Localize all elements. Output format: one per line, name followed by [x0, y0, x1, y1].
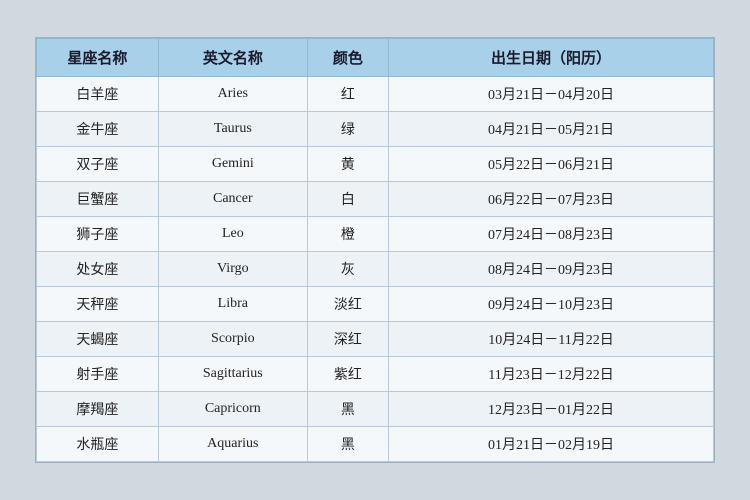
- table-row: 水瓶座Aquarius黑01月21日－02月19日: [37, 427, 714, 462]
- cell-chinese: 射手座: [37, 357, 159, 392]
- cell-english: Sagittarius: [158, 357, 307, 392]
- zodiac-table: 星座名称 英文名称 颜色 出生日期（阳历） 白羊座Aries红03月21日－04…: [36, 38, 714, 462]
- table-row: 天蝎座Scorpio深红10月24日－11月22日: [37, 322, 714, 357]
- table-row: 摩羯座Capricorn黑12月23日－01月22日: [37, 392, 714, 427]
- header-english: 英文名称: [158, 39, 307, 77]
- cell-english: Taurus: [158, 112, 307, 147]
- cell-date: 04月21日－05月21日: [389, 112, 714, 147]
- table-row: 白羊座Aries红03月21日－04月20日: [37, 77, 714, 112]
- cell-english: Aquarius: [158, 427, 307, 462]
- table-row: 巨蟹座Cancer白06月22日－07月23日: [37, 182, 714, 217]
- cell-english: Capricorn: [158, 392, 307, 427]
- table-row: 双子座Gemini黄05月22日－06月21日: [37, 147, 714, 182]
- zodiac-table-container: 星座名称 英文名称 颜色 出生日期（阳历） 白羊座Aries红03月21日－04…: [35, 37, 715, 463]
- cell-date: 07月24日－08月23日: [389, 217, 714, 252]
- cell-chinese: 金牛座: [37, 112, 159, 147]
- table-header-row: 星座名称 英文名称 颜色 出生日期（阳历）: [37, 39, 714, 77]
- cell-color: 白: [307, 182, 388, 217]
- cell-english: Leo: [158, 217, 307, 252]
- cell-color: 紫红: [307, 357, 388, 392]
- cell-color: 黑: [307, 392, 388, 427]
- cell-chinese: 处女座: [37, 252, 159, 287]
- cell-color: 黑: [307, 427, 388, 462]
- cell-date: 08月24日－09月23日: [389, 252, 714, 287]
- cell-date: 03月21日－04月20日: [389, 77, 714, 112]
- cell-color: 灰: [307, 252, 388, 287]
- cell-color: 绿: [307, 112, 388, 147]
- header-color: 颜色: [307, 39, 388, 77]
- cell-date: 09月24日－10月23日: [389, 287, 714, 322]
- table-row: 狮子座Leo橙07月24日－08月23日: [37, 217, 714, 252]
- cell-date: 05月22日－06月21日: [389, 147, 714, 182]
- cell-date: 01月21日－02月19日: [389, 427, 714, 462]
- cell-english: Scorpio: [158, 322, 307, 357]
- cell-chinese: 天蝎座: [37, 322, 159, 357]
- cell-color: 黄: [307, 147, 388, 182]
- cell-color: 红: [307, 77, 388, 112]
- cell-english: Cancer: [158, 182, 307, 217]
- cell-chinese: 巨蟹座: [37, 182, 159, 217]
- table-row: 处女座Virgo灰08月24日－09月23日: [37, 252, 714, 287]
- cell-chinese: 天秤座: [37, 287, 159, 322]
- cell-date: 06月22日－07月23日: [389, 182, 714, 217]
- cell-english: Aries: [158, 77, 307, 112]
- cell-date: 11月23日－12月22日: [389, 357, 714, 392]
- cell-chinese: 摩羯座: [37, 392, 159, 427]
- cell-english: Gemini: [158, 147, 307, 182]
- table-row: 射手座Sagittarius紫红11月23日－12月22日: [37, 357, 714, 392]
- header-chinese: 星座名称: [37, 39, 159, 77]
- table-row: 天秤座Libra淡红09月24日－10月23日: [37, 287, 714, 322]
- cell-color: 深红: [307, 322, 388, 357]
- header-date: 出生日期（阳历）: [389, 39, 714, 77]
- table-row: 金牛座Taurus绿04月21日－05月21日: [37, 112, 714, 147]
- cell-chinese: 水瓶座: [37, 427, 159, 462]
- cell-date: 10月24日－11月22日: [389, 322, 714, 357]
- cell-color: 淡红: [307, 287, 388, 322]
- cell-english: Libra: [158, 287, 307, 322]
- cell-chinese: 双子座: [37, 147, 159, 182]
- cell-color: 橙: [307, 217, 388, 252]
- cell-date: 12月23日－01月22日: [389, 392, 714, 427]
- cell-chinese: 狮子座: [37, 217, 159, 252]
- cell-english: Virgo: [158, 252, 307, 287]
- cell-chinese: 白羊座: [37, 77, 159, 112]
